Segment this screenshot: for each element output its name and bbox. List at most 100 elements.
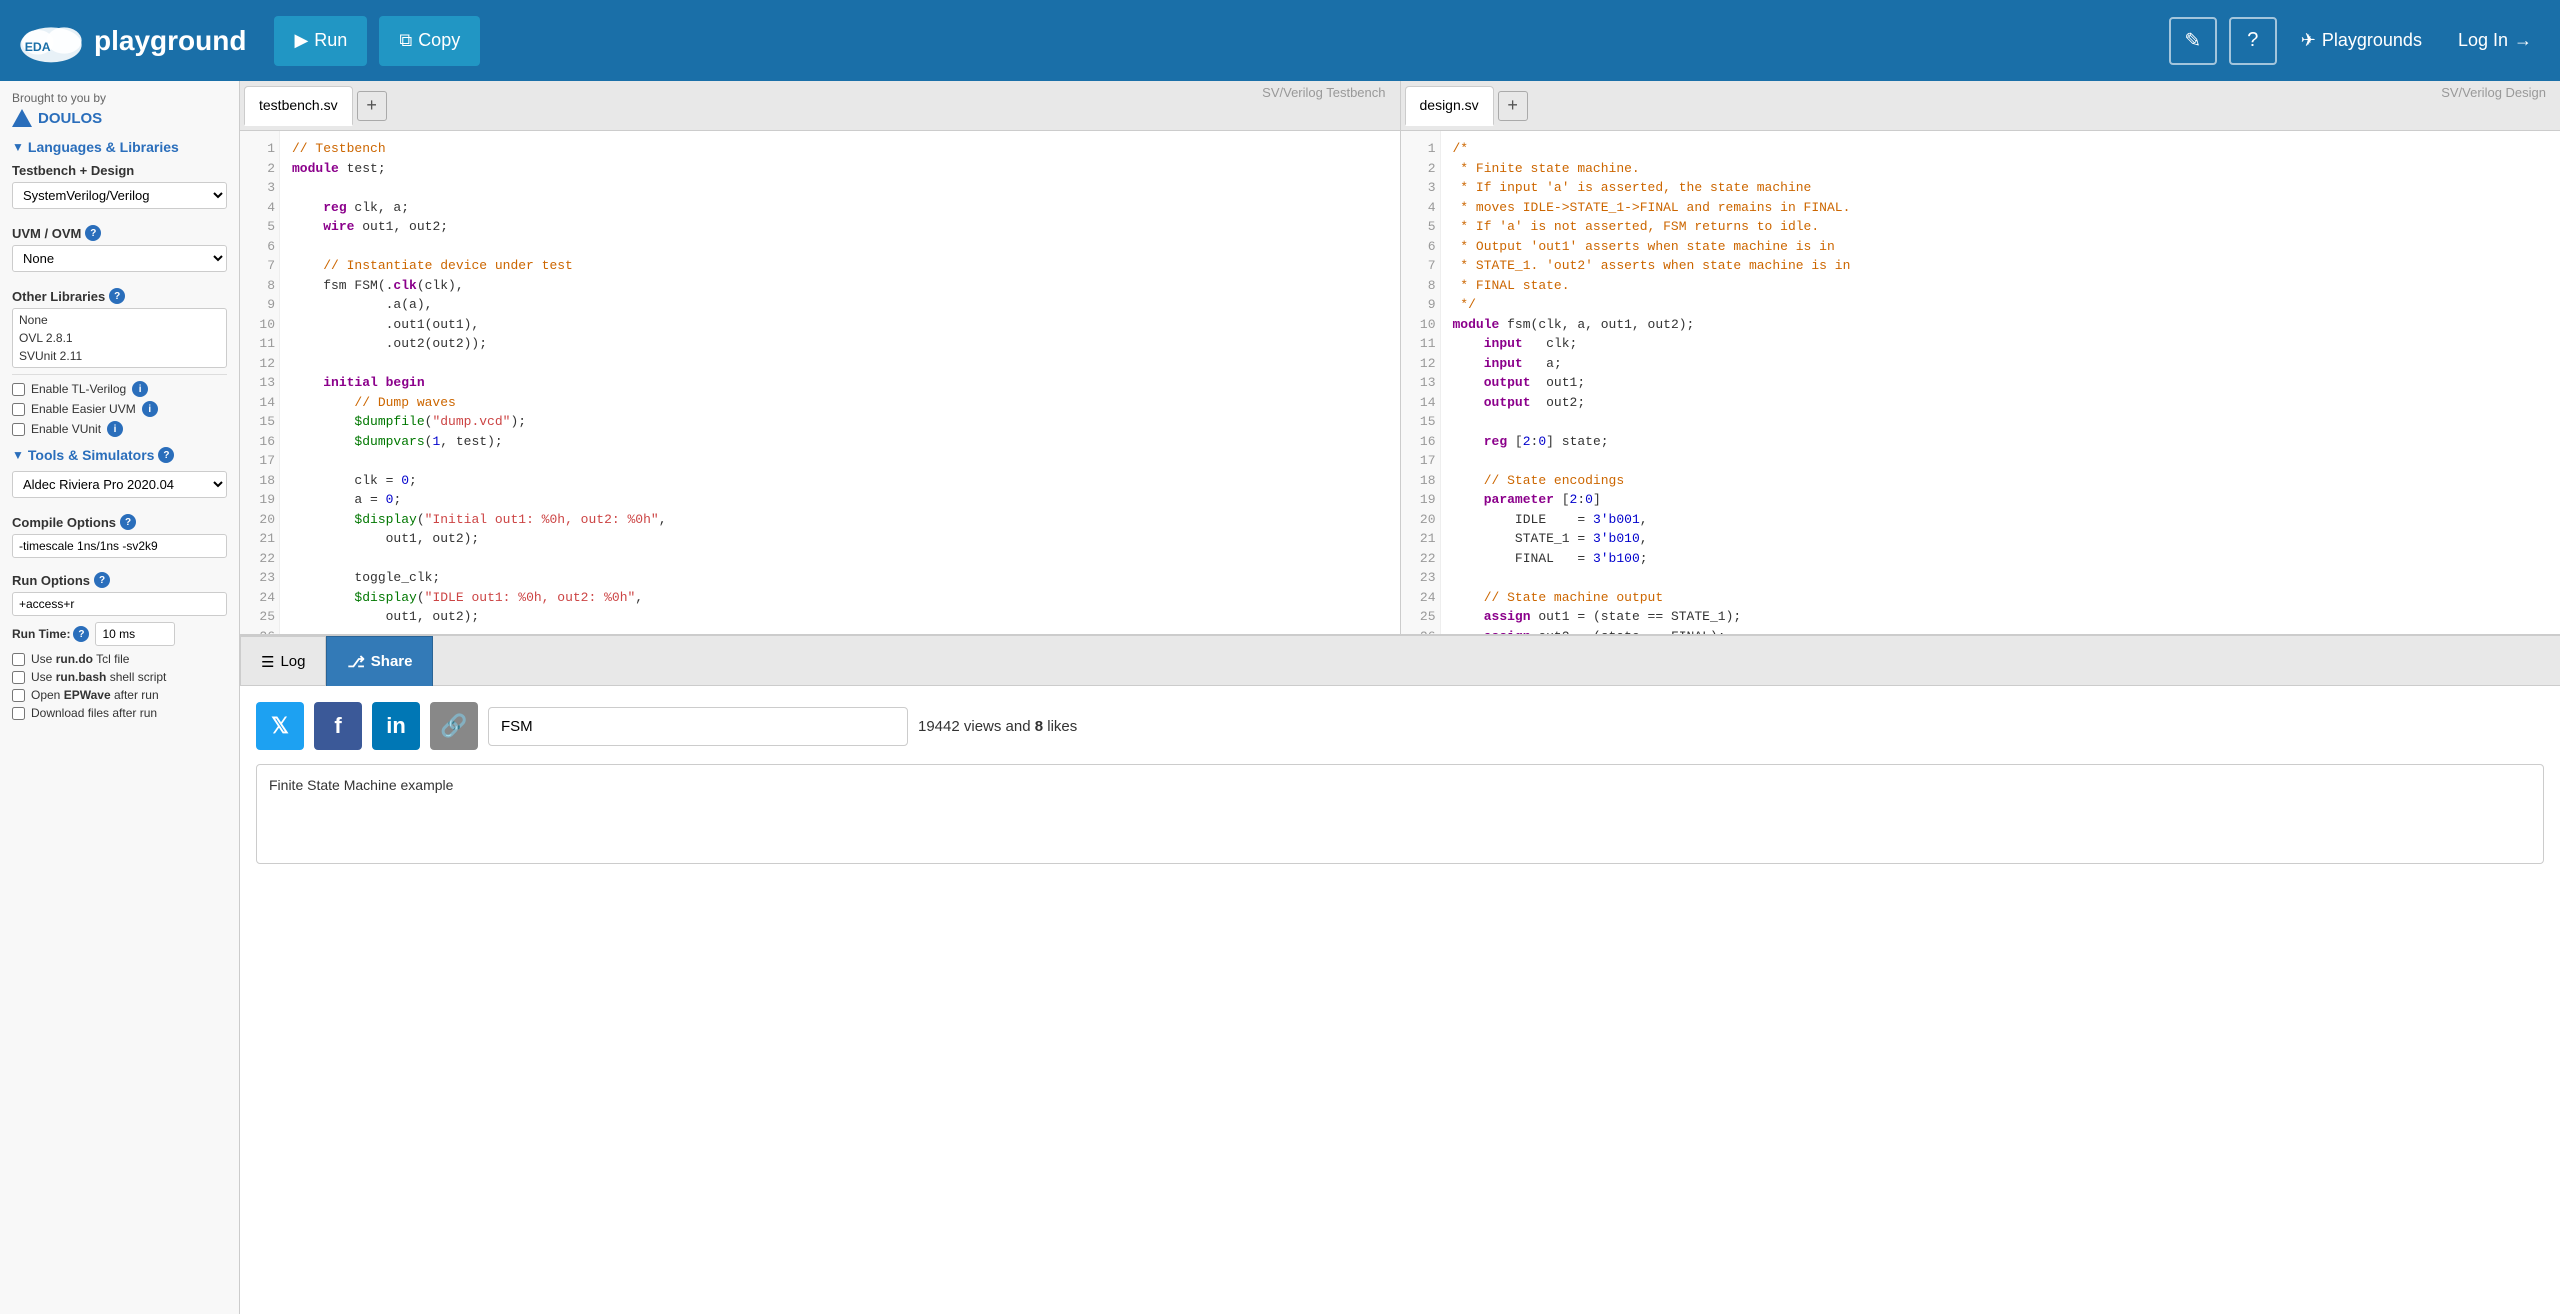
run-time-label: Run Time: ? [12, 626, 89, 642]
compile-options-label: Compile Options [12, 515, 116, 530]
tools-help-icon[interactable]: ? [158, 447, 174, 463]
run-button[interactable]: ▶ Run [274, 16, 367, 66]
share-row: 𝕏 f in 🔗 19442 views and 8 likes [256, 702, 2544, 750]
share-tab-label: Share [371, 653, 413, 670]
uvm-help-icon[interactable]: ? [85, 225, 101, 241]
testbench-tabs: testbench.sv + SV/Verilog Testbench [240, 81, 1400, 131]
share-title-input[interactable] [488, 707, 908, 746]
description-text: Finite State Machine example [269, 777, 453, 793]
compile-help-icon[interactable]: ? [120, 514, 136, 530]
login-label: Log In [2458, 30, 2508, 51]
lib-list[interactable]: None OVL 2.8.1 SVUnit 2.11 [12, 308, 227, 368]
testbench-code: // Testbench module test; reg clk, a; wi… [280, 131, 679, 634]
run-options-label-row: Run Options ? [12, 572, 227, 588]
compile-options-label-row: Compile Options ? [12, 514, 227, 530]
enable-vunit-checkbox[interactable] [12, 423, 25, 436]
compile-options-input[interactable] [12, 534, 227, 558]
uvm-label: UVM / OVM [12, 226, 81, 241]
languages-section-header[interactable]: ▼ Languages & Libraries [12, 139, 227, 155]
design-type-label: SV/Verilog Design [2441, 81, 2556, 100]
other-libraries-label: Other Libraries [12, 289, 105, 304]
edit-icon-button[interactable]: ✎ [2169, 17, 2217, 65]
design-tabs: design.sv + SV/Verilog Design [1401, 81, 2560, 131]
twitter-button[interactable]: 𝕏 [256, 702, 304, 750]
design-tab[interactable]: design.sv [1405, 86, 1494, 126]
bottom-content: 𝕏 f in 🔗 19442 views and 8 likes [240, 686, 2560, 1314]
uvm-label-row: UVM / OVM ? [12, 225, 227, 241]
copy-label: Copy [418, 30, 460, 51]
design-add-tab-button[interactable]: + [1498, 91, 1528, 121]
languages-arrow-icon: ▼ [12, 140, 24, 154]
download-files-checkbox[interactable] [12, 707, 25, 720]
help-icon-button[interactable]: ? [2229, 17, 2277, 65]
open-epwave-label: Open EPWave after run [31, 688, 159, 702]
design-editor[interactable]: 12345678910 11121314151617181920 2122232… [1401, 131, 2560, 634]
copy-icon: ⧉ [399, 30, 412, 51]
doulos-triangle-icon [12, 109, 32, 127]
enable-tl-row: Enable TL-Verilog i [12, 381, 227, 397]
use-run-do-label: Use run.do Tcl file [31, 652, 129, 666]
uvm-select[interactable]: None [12, 245, 227, 272]
doulos-label: DOULOS [38, 110, 102, 127]
enable-vunit-label: Enable VUnit [31, 422, 101, 436]
testbench-panel: testbench.sv + SV/Verilog Testbench 1234… [240, 81, 1401, 634]
run-options-help-icon[interactable]: ? [94, 572, 110, 588]
download-files-row: Download files after run [12, 706, 227, 720]
copy-button[interactable]: ⧉ Copy [379, 16, 480, 66]
lib-item-ovl[interactable]: OVL 2.8.1 [15, 329, 224, 347]
open-epwave-checkbox[interactable] [12, 689, 25, 702]
views-count: 19442 views and [918, 718, 1035, 735]
lib-item-svunit[interactable]: SVUnit 2.11 [15, 347, 224, 365]
login-button[interactable]: Log In → [2446, 22, 2544, 59]
run-time-input[interactable] [95, 622, 175, 646]
testbench-add-tab-button[interactable]: + [357, 91, 387, 121]
use-run-bash-row: Use run.bash shell script [12, 670, 227, 684]
description-box[interactable]: Finite State Machine example [256, 764, 2544, 864]
tools-section-header[interactable]: ▼ Tools & Simulators ? [12, 447, 227, 463]
run-time-row: Run Time: ? [12, 622, 227, 646]
testbench-editor[interactable]: 12345678910 11121314151617181920 2122232… [240, 131, 1400, 634]
enable-vunit-row: Enable VUnit i [12, 421, 227, 437]
use-run-do-checkbox[interactable] [12, 653, 25, 666]
testbench-tab[interactable]: testbench.sv [244, 86, 353, 126]
design-panel: design.sv + SV/Verilog Design 1234567891… [1401, 81, 2560, 634]
share-tab[interactable]: ⎇ Share [326, 636, 433, 686]
use-run-bash-checkbox[interactable] [12, 671, 25, 684]
share-icon: ⎇ [347, 653, 364, 671]
enable-tl-checkbox[interactable] [12, 383, 25, 396]
likes-label: likes [1043, 718, 1077, 735]
linkedin-button[interactable]: in [372, 702, 420, 750]
simulator-select[interactable]: Aldec Riviera Pro 2020.04 [12, 471, 227, 498]
facebook-button[interactable]: f [314, 702, 362, 750]
views-text: 19442 views and 8 likes [918, 718, 1077, 735]
app-title: playground [94, 25, 246, 57]
testbench-select[interactable]: SystemVerilog/Verilog [12, 182, 227, 209]
easier-uvm-help-icon[interactable]: i [142, 401, 158, 417]
open-epwave-row: Open EPWave after run [12, 688, 227, 702]
design-line-numbers: 12345678910 11121314151617181920 2122232… [1401, 131, 1441, 634]
likes-count: 8 [1035, 718, 1043, 735]
editors-row: testbench.sv + SV/Verilog Testbench 1234… [240, 81, 2560, 634]
run-time-help-icon[interactable]: ? [73, 626, 89, 642]
tools-section-label: Tools & Simulators [28, 447, 155, 463]
run-options-input[interactable] [12, 592, 227, 616]
enable-easier-uvm-checkbox[interactable] [12, 403, 25, 416]
other-libraries-label-row: Other Libraries ? [12, 288, 227, 304]
bottom-panel: ☰ Log ⎇ Share 𝕏 f in [240, 634, 2560, 1314]
link-button[interactable]: 🔗 [430, 702, 478, 750]
main-container: Brought to you by DOULOS ▼ Languages & L… [0, 81, 2560, 1314]
lib-item-none[interactable]: None [15, 311, 224, 329]
run-icon: ▶ [294, 30, 308, 51]
login-arrow-icon: → [2514, 30, 2532, 51]
design-code: /* * Finite state machine. * If input 'a… [1441, 131, 1863, 634]
bottom-tabs: ☰ Log ⎇ Share [240, 636, 2560, 686]
languages-section-label: Languages & Libraries [28, 139, 179, 155]
other-libraries-help-icon[interactable]: ? [109, 288, 125, 304]
vunit-help-icon[interactable]: i [107, 421, 123, 437]
log-tab[interactable]: ☰ Log [240, 636, 326, 686]
linkedin-icon: in [386, 713, 406, 739]
facebook-icon: f [334, 713, 341, 739]
tl-help-icon[interactable]: i [132, 381, 148, 397]
tools-arrow-icon: ▼ [12, 448, 24, 462]
playgrounds-button[interactable]: ✈ Playgrounds [2289, 22, 2434, 59]
